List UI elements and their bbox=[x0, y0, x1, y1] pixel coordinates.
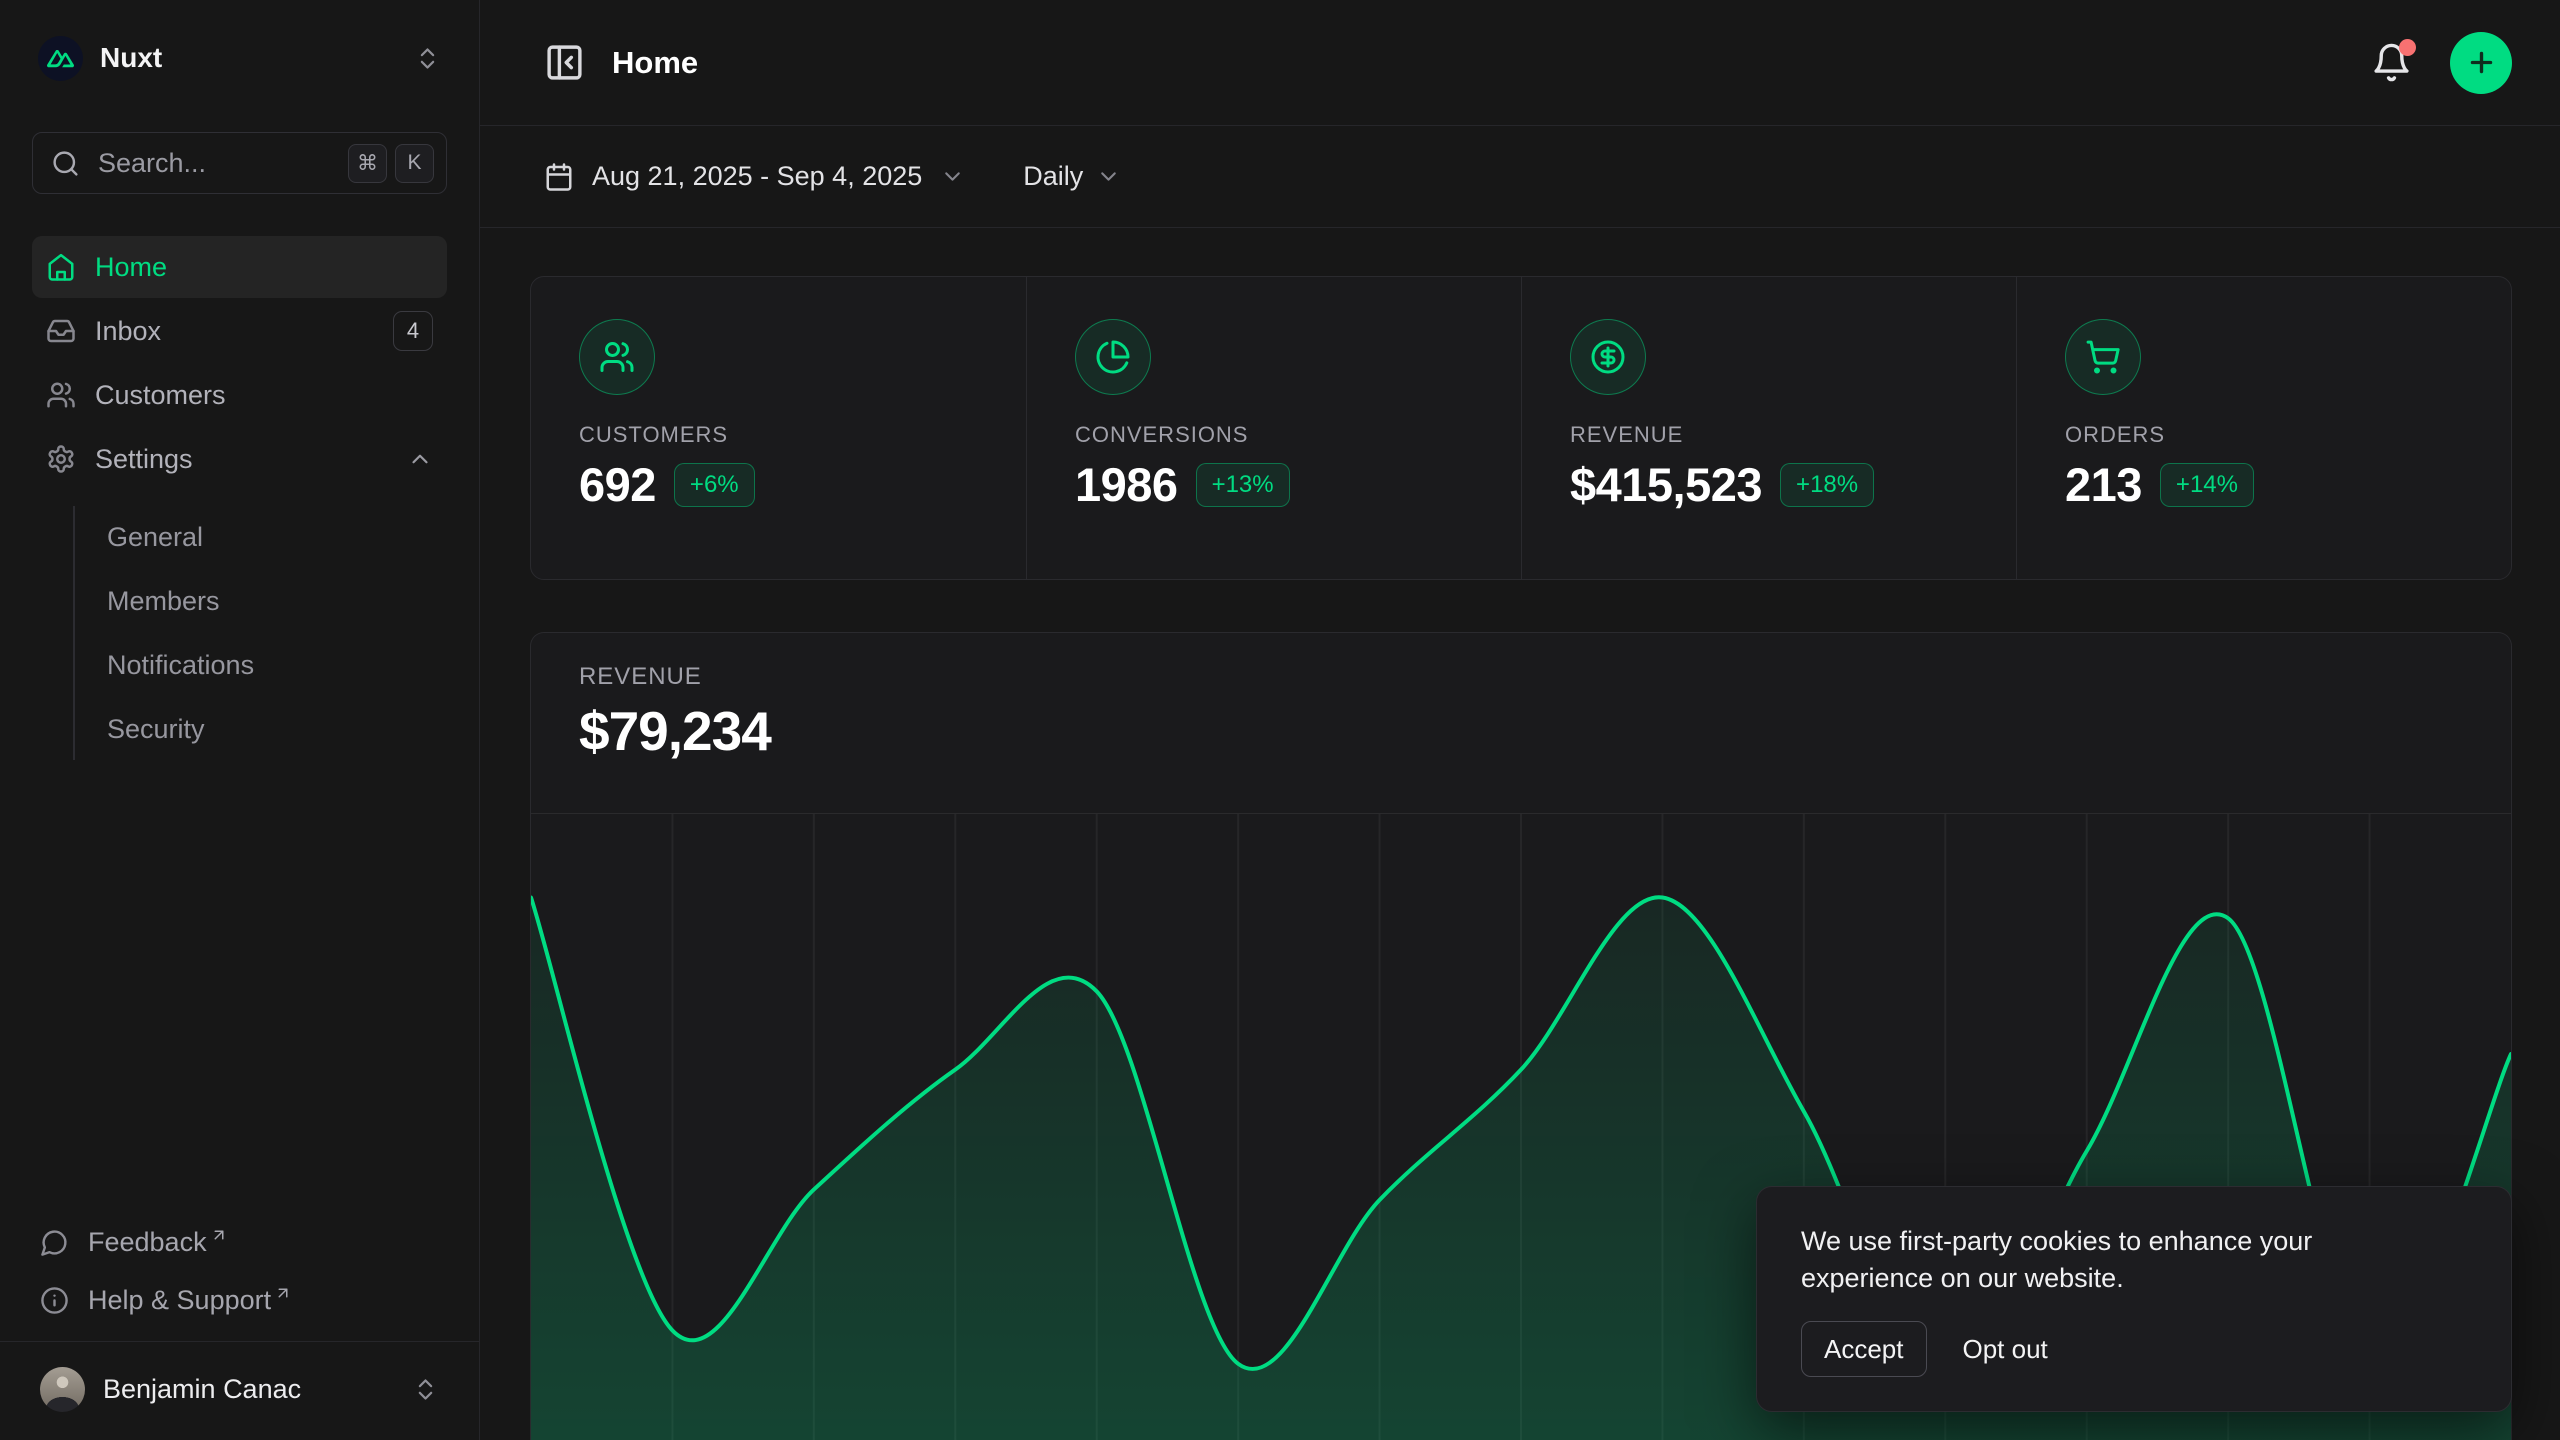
users-icon bbox=[46, 380, 76, 410]
stat-conversions[interactable]: CONVERSIONS 1986 +13% bbox=[1026, 277, 1521, 579]
gear-icon bbox=[46, 444, 76, 474]
page-title: Home bbox=[612, 45, 2371, 81]
arrow-up-right-icon bbox=[274, 1284, 292, 1302]
chevrons-up-down-icon bbox=[414, 45, 441, 72]
notifications-button[interactable] bbox=[2371, 42, 2412, 83]
sidebar-item-members[interactable]: Members bbox=[75, 570, 447, 632]
pie-chart-icon bbox=[1075, 319, 1151, 395]
plus-icon bbox=[2466, 47, 2497, 78]
chevron-down-icon bbox=[940, 164, 965, 189]
arrow-up-right-icon bbox=[210, 1226, 228, 1244]
stat-revenue[interactable]: REVENUE $415,523 +18% bbox=[1521, 277, 2016, 579]
message-circle-icon bbox=[40, 1228, 69, 1257]
avatar bbox=[40, 1367, 85, 1412]
sidebar: Nuxt Search... ⌘ K Home bbox=[0, 0, 480, 1440]
stat-delta-badge: +13% bbox=[1196, 463, 1290, 507]
stat-value: 692 bbox=[579, 457, 656, 512]
stat-value: $415,523 bbox=[1570, 457, 1762, 512]
sidebar-item-settings[interactable]: Settings bbox=[32, 428, 447, 490]
stat-orders[interactable]: ORDERS 213 +14% bbox=[2016, 277, 2511, 579]
nuxt-logo-icon bbox=[38, 36, 83, 81]
opt-out-button[interactable]: Opt out bbox=[1963, 1334, 2048, 1365]
user-name: Benjamin Canac bbox=[103, 1374, 394, 1405]
sidebar-item-notifications[interactable]: Notifications bbox=[75, 634, 447, 696]
search-icon bbox=[51, 149, 80, 178]
stat-delta-badge: +18% bbox=[1780, 463, 1874, 507]
stat-label: CONVERSIONS bbox=[1075, 422, 1473, 448]
home-icon bbox=[46, 252, 76, 282]
k-kbd: K bbox=[395, 144, 434, 183]
users-icon bbox=[579, 319, 655, 395]
inbox-count-badge: 4 bbox=[393, 311, 433, 351]
sidebar-item-home[interactable]: Home bbox=[32, 236, 447, 298]
settings-subnav: General Members Notifications Security bbox=[73, 506, 447, 760]
add-button[interactable] bbox=[2450, 32, 2512, 94]
inbox-icon bbox=[46, 316, 76, 346]
cookie-banner: We use first-party cookies to enhance yo… bbox=[1756, 1186, 2512, 1412]
sidebar-divider bbox=[0, 1341, 479, 1342]
sidebar-item-general[interactable]: General bbox=[75, 506, 447, 568]
stat-label: ORDERS bbox=[2065, 422, 2463, 448]
granularity-select[interactable]: Daily bbox=[1023, 161, 1121, 192]
stat-value: 1986 bbox=[1075, 457, 1178, 512]
stat-value: 213 bbox=[2065, 457, 2142, 512]
revenue-panel-label: REVENUE bbox=[579, 663, 2463, 691]
date-range-picker[interactable]: Aug 21, 2025 - Sep 4, 2025 bbox=[544, 161, 965, 192]
workspace-name: Nuxt bbox=[100, 42, 397, 74]
chevron-up-icon bbox=[407, 446, 433, 472]
search-placeholder: Search... bbox=[98, 148, 330, 179]
dollar-circle-icon bbox=[1570, 319, 1646, 395]
stat-customers[interactable]: CUSTOMERS 692 +6% bbox=[531, 277, 1026, 579]
sidebar-item-security[interactable]: Security bbox=[75, 698, 447, 760]
user-menu[interactable]: Benjamin Canac bbox=[32, 1352, 447, 1426]
app-root: Nuxt Search... ⌘ K Home bbox=[0, 0, 2560, 1440]
search-input[interactable]: Search... ⌘ K bbox=[32, 132, 447, 194]
accept-button[interactable]: Accept bbox=[1801, 1321, 1927, 1377]
info-icon bbox=[40, 1286, 69, 1315]
stats-row: CUSTOMERS 692 +6% CONVERSIONS 1986 +13% bbox=[530, 276, 2512, 580]
calendar-icon bbox=[544, 162, 574, 192]
command-kbd: ⌘ bbox=[348, 144, 387, 183]
filter-bar: Aug 21, 2025 - Sep 4, 2025 Daily bbox=[480, 126, 2560, 228]
stat-label: REVENUE bbox=[1570, 422, 1968, 448]
chevrons-up-down-icon bbox=[412, 1376, 439, 1403]
date-range-label: Aug 21, 2025 - Sep 4, 2025 bbox=[592, 161, 922, 192]
granularity-label: Daily bbox=[1023, 161, 1083, 192]
notification-dot bbox=[2399, 39, 2416, 56]
sidebar-item-inbox[interactable]: Inbox 4 bbox=[32, 300, 447, 362]
feedback-link[interactable]: Feedback bbox=[32, 1213, 447, 1271]
search-shortcut: ⌘ K bbox=[348, 144, 434, 183]
workspace-switcher[interactable]: Nuxt bbox=[32, 26, 447, 90]
cart-icon bbox=[2065, 319, 2141, 395]
revenue-panel-value: $79,234 bbox=[579, 699, 2463, 763]
sidebar-nav: Home Inbox 4 Customers Settings bbox=[32, 236, 447, 760]
sidebar-footer: Feedback Help & Support Benjamin Canac bbox=[32, 1213, 447, 1426]
sidebar-item-customers[interactable]: Customers bbox=[32, 364, 447, 426]
cookie-message: We use first-party cookies to enhance yo… bbox=[1801, 1223, 2401, 1297]
chevron-down-icon bbox=[1096, 164, 1121, 189]
stat-delta-badge: +6% bbox=[674, 463, 755, 507]
top-bar: Home bbox=[480, 0, 2560, 126]
sidebar-collapse-button[interactable] bbox=[544, 42, 585, 83]
stat-delta-badge: +14% bbox=[2160, 463, 2254, 507]
stat-label: CUSTOMERS bbox=[579, 422, 978, 448]
help-support-link[interactable]: Help & Support bbox=[32, 1271, 447, 1329]
